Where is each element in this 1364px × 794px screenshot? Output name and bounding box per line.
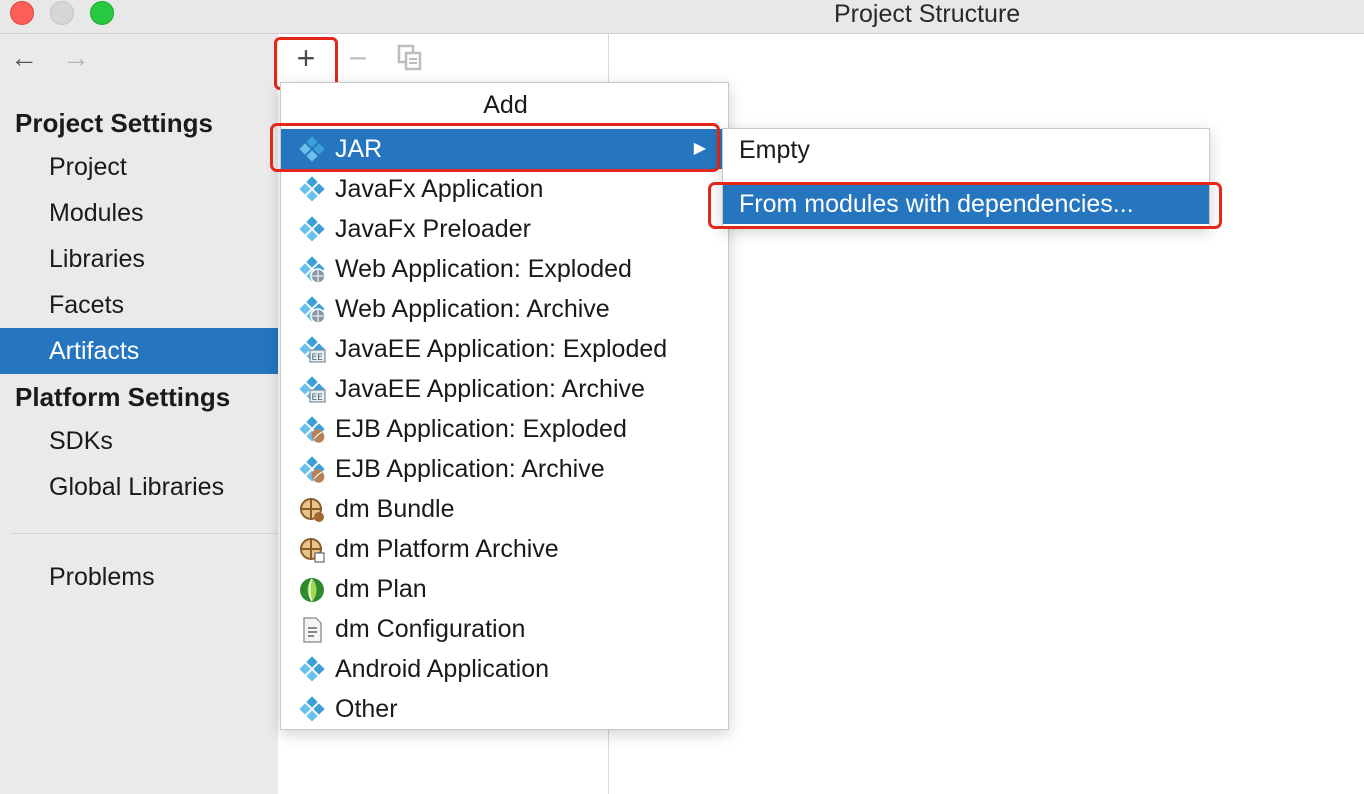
javafx-preloader-icon xyxy=(298,216,326,244)
javaee-exploded-icon: EE xyxy=(298,336,326,364)
menu-item-dm-plan[interactable]: dm Plan xyxy=(281,569,728,609)
platform-settings-heading: Platform Settings xyxy=(15,382,231,412)
menu-item-label: dm Bundle xyxy=(335,495,455,523)
sidebar-item-facets[interactable]: Facets xyxy=(0,282,278,328)
menu-item-javafx-preloader[interactable]: JavaFx Preloader xyxy=(281,209,728,249)
menu-title: Add xyxy=(483,91,528,119)
sidebar-item-libraries[interactable]: Libraries xyxy=(0,236,278,282)
project-settings-heading: Project Settings xyxy=(15,108,213,138)
menu-item-label: JavaEE Application: Exploded xyxy=(335,335,668,363)
menu-item-web-application-exploded[interactable]: Web Application: Exploded xyxy=(281,249,728,289)
sidebar-item-artifacts[interactable]: Artifacts xyxy=(0,328,278,374)
sidebar: ← → Project Settings Project Modules Lib… xyxy=(0,34,288,794)
menu-item-dm-configuration[interactable]: dm Configuration xyxy=(281,609,728,649)
android-app-icon xyxy=(298,656,326,684)
sidebar-item-modules[interactable]: Modules xyxy=(0,190,278,236)
sidebar-item-sdks[interactable]: SDKs xyxy=(0,418,278,464)
web-app-exploded-icon xyxy=(298,256,326,284)
dm-plan-icon xyxy=(298,576,326,604)
menu-item-label: Other xyxy=(335,695,398,723)
menu-item-other[interactable]: Other xyxy=(281,689,728,729)
menu-item-label: dm Configuration xyxy=(335,615,526,643)
add-artifact-menu: Add JAR ▶ JavaFx Application JavaFx Preload… xyxy=(280,82,729,730)
menu-item-label: EJB Application: Archive xyxy=(335,455,605,483)
svg-text:EE: EE xyxy=(312,393,324,403)
close-window-button[interactable] xyxy=(10,1,34,25)
menu-item-label: EJB Application: Exploded xyxy=(335,415,627,443)
zoom-window-button[interactable] xyxy=(90,1,114,25)
menu-item-label: Web Application: Archive xyxy=(335,295,610,323)
forward-arrow-icon[interactable]: → xyxy=(62,44,90,72)
ejb-exploded-icon xyxy=(298,416,326,444)
menu-item-javafx-application[interactable]: JavaFx Application xyxy=(281,169,728,209)
other-artifact-icon xyxy=(298,696,326,724)
svg-text:EE: EE xyxy=(312,353,324,363)
menu-item-label: Android Application xyxy=(335,655,550,683)
title-bar: Project Structure xyxy=(0,0,1364,34)
sidebar-item-global-libraries[interactable]: Global Libraries xyxy=(0,464,278,510)
dm-platform-archive-icon xyxy=(298,536,326,564)
menu-item-label: JavaFx Application xyxy=(335,175,544,203)
menu-item-ejb-application-exploded[interactable]: EJB Application: Exploded xyxy=(281,409,728,449)
window-title: Project Structure xyxy=(834,0,1021,28)
from-modules-highlight xyxy=(708,182,1222,229)
javafx-app-icon xyxy=(298,176,326,204)
menu-item-label: JavaFx Preloader xyxy=(335,215,531,243)
remove-artifact-button[interactable]: − xyxy=(343,42,373,74)
menu-item-web-application-archive[interactable]: Web Application: Archive xyxy=(281,289,728,329)
sidebar-divider xyxy=(10,533,288,534)
menu-item-dm-platform-archive[interactable]: dm Platform Archive xyxy=(281,529,728,569)
minimize-window-button[interactable] xyxy=(50,1,74,25)
ejb-archive-icon xyxy=(298,456,326,484)
menu-item-label: dm Plan xyxy=(335,575,427,603)
back-arrow-icon[interactable]: ← xyxy=(10,44,38,72)
submenu-item-empty[interactable]: Empty xyxy=(723,130,1209,170)
menu-item-label: dm Platform Archive xyxy=(335,535,559,563)
web-app-archive-icon xyxy=(298,296,326,324)
menu-item-dm-bundle[interactable]: dm Bundle xyxy=(281,489,728,529)
menu-item-ejb-application-archive[interactable]: EJB Application: Archive xyxy=(281,449,728,489)
menu-item-javaee-application-exploded[interactable]: EE JavaEE Application: Exploded xyxy=(281,329,728,369)
copy-icon[interactable] xyxy=(395,44,425,74)
menu-item-label: JavaEE Application: Archive xyxy=(335,375,645,403)
sidebar-item-problems[interactable]: Problems xyxy=(0,554,278,600)
javaee-archive-icon: EE xyxy=(298,376,326,404)
jar-item-highlight xyxy=(270,123,720,172)
dm-configuration-icon xyxy=(298,616,326,644)
menu-item-label: Web Application: Exploded xyxy=(335,255,632,283)
menu-item-android-application[interactable]: Android Application xyxy=(281,649,728,689)
sidebar-item-project[interactable]: Project xyxy=(0,144,278,190)
dm-bundle-icon xyxy=(298,496,326,524)
menu-item-javaee-application-archive[interactable]: EE JavaEE Application: Archive xyxy=(281,369,728,409)
